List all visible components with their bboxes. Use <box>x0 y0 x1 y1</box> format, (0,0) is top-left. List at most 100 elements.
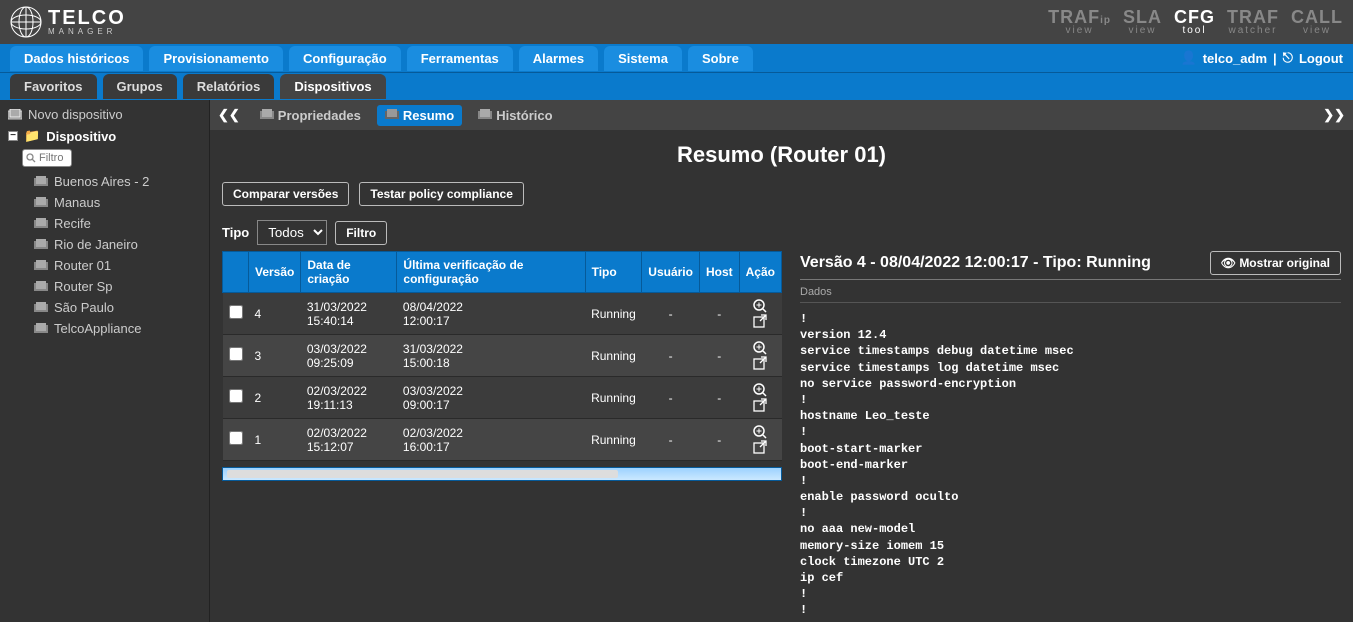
cell-ultima: 31/03/202215:00:18 <box>397 335 585 377</box>
main-tab[interactable]: Ferramentas <box>407 46 513 71</box>
sidebar-device-item[interactable]: Rio de Janeiro <box>0 234 209 255</box>
device-label: Rio de Janeiro <box>54 237 138 252</box>
col-versao[interactable]: Versão <box>249 252 301 293</box>
cell-usuario: - <box>642 335 700 377</box>
col-ultima[interactable]: Última verificação de configuração <box>397 252 585 293</box>
compare-versions-button[interactable]: Comparar versões <box>222 182 349 206</box>
table-row[interactable]: 102/03/202215:12:0702/03/202216:00:17Run… <box>223 419 782 461</box>
cell-criacao: 02/03/202219:11:13 <box>301 377 397 419</box>
device-icon <box>34 302 48 314</box>
collapse-right-icon[interactable]: ❯❯ <box>1323 107 1345 123</box>
sub-tab[interactable]: Grupos <box>103 74 177 99</box>
col-tipo[interactable]: Tipo <box>585 252 642 293</box>
sidebar-device-item[interactable]: Router Sp <box>0 276 209 297</box>
sidebar-device-item[interactable]: TelcoAppliance <box>0 318 209 339</box>
separator: | <box>1273 51 1277 66</box>
zoom-in-icon[interactable] <box>753 383 767 397</box>
device-label: Router Sp <box>54 279 113 294</box>
cell-tipo: Running <box>585 419 642 461</box>
ctx-resumo[interactable]: Resumo <box>377 105 462 126</box>
col-host[interactable]: Host <box>699 252 739 293</box>
main-tab[interactable]: Sobre <box>688 46 753 71</box>
open-external-icon[interactable] <box>753 356 767 370</box>
open-external-icon[interactable] <box>753 314 767 328</box>
device-tree-root[interactable]: − 📁 Dispositivo <box>0 125 209 147</box>
sub-tab[interactable]: Dispositivos <box>280 74 385 99</box>
sidebar-device-item[interactable]: Buenos Aires - 2 <box>0 171 209 192</box>
sidebar-device-item[interactable]: Manaus <box>0 192 209 213</box>
app-header: TELCO MANAGER TRAFipview SLAview CFGtool TR… <box>0 0 1353 44</box>
table-row[interactable]: 303/03/202209:25:0931/03/202215:00:18Run… <box>223 335 782 377</box>
sub-tabbar: FavoritosGruposRelatóriosDispositivos <box>0 72 1353 100</box>
zoom-in-icon[interactable] <box>753 299 767 313</box>
sub-tab[interactable]: Relatórios <box>183 74 275 99</box>
table-row[interactable]: 431/03/202215:40:1408/04/202212:00:17Run… <box>223 293 782 335</box>
device-icon <box>34 239 48 251</box>
cell-ultima: 08/04/202212:00:17 <box>397 293 585 335</box>
dados-label: Dados <box>800 286 1341 303</box>
eye-icon: 👁 <box>1221 256 1236 270</box>
cell-host: - <box>699 293 739 335</box>
ctx-resumo-label: Resumo <box>403 108 454 123</box>
collapse-icon[interactable]: − <box>8 131 18 141</box>
sidebar-device-item[interactable]: São Paulo <box>0 297 209 318</box>
app-link-trafip[interactable]: TRAFipview <box>1048 8 1111 36</box>
device-icon <box>34 323 48 335</box>
new-device-link[interactable]: Novo dispositivo <box>0 104 209 125</box>
detail-heading: Versão 4 - 08/04/2022 12:00:17 - Tipo: R… <box>800 254 1151 272</box>
ctx-propriedades[interactable]: Propriedades <box>252 105 369 126</box>
row-checkbox[interactable] <box>229 305 243 319</box>
app-link-traf[interactable]: TRAFwatcher <box>1227 8 1279 36</box>
row-checkbox[interactable] <box>229 431 243 445</box>
open-external-icon[interactable] <box>753 440 767 454</box>
tipo-label: Tipo <box>222 225 249 240</box>
horizontal-scrollbar[interactable] <box>222 467 782 481</box>
config-text: ! version 12.4 service timestamps debug … <box>800 311 1341 622</box>
sub-tab[interactable]: Favoritos <box>10 74 97 99</box>
main-tab[interactable]: Sistema <box>604 46 682 71</box>
col-usuario[interactable]: Usuário <box>642 252 700 293</box>
collapse-left-icon[interactable]: ❮❮ <box>218 107 240 123</box>
logout-link[interactable]: Logout <box>1299 51 1343 66</box>
app-link-sla[interactable]: SLAview <box>1123 8 1162 36</box>
device-icon <box>34 197 48 209</box>
zoom-in-icon[interactable] <box>753 341 767 355</box>
test-policy-button[interactable]: Testar policy compliance <box>359 182 524 206</box>
main-tabbar: Dados históricosProvisionamento Configura… <box>0 44 1353 72</box>
show-original-button[interactable]: 👁 Mostrar original <box>1210 251 1341 275</box>
col-acao[interactable]: Ação <box>739 252 781 293</box>
new-device-label: Novo dispositivo <box>28 107 123 122</box>
main-tab[interactable]: Provisionamento <box>149 46 282 71</box>
context-bar: ❮❮ Propriedades Resumo Histórico ❯❯ <box>210 100 1353 130</box>
filtro-button[interactable]: Filtro <box>335 221 387 245</box>
row-checkbox[interactable] <box>229 347 243 361</box>
app-link-cfg[interactable]: CFGtool <box>1174 8 1215 36</box>
open-external-icon[interactable] <box>753 398 767 412</box>
main-tab[interactable]: Dados históricos <box>10 46 143 71</box>
brand-name: TELCO <box>48 8 126 28</box>
device-label: Buenos Aires - 2 <box>54 174 149 189</box>
sidebar-device-item[interactable]: Router 01 <box>0 255 209 276</box>
cell-criacao: 03/03/202209:25:09 <box>301 335 397 377</box>
sidebar-device-item[interactable]: Recife <box>0 213 209 234</box>
tipo-select[interactable]: Todos <box>257 220 327 245</box>
page-title: Resumo (Router 01) <box>222 142 1341 168</box>
user-name: telco_adm <box>1203 51 1267 66</box>
cell-usuario: - <box>642 377 700 419</box>
sidebar-filter-input[interactable] <box>22 149 72 167</box>
app-link-call[interactable]: CALLview <box>1291 8 1343 36</box>
cell-versao: 4 <box>249 293 301 335</box>
user-box: 👤 telco_adm | ⎋ Logout <box>1181 50 1353 66</box>
cell-tipo: Running <box>585 335 642 377</box>
row-checkbox[interactable] <box>229 389 243 403</box>
ctx-historico-label: Histórico <box>496 108 552 123</box>
col-criacao[interactable]: Data de criação <box>301 252 397 293</box>
main-tab[interactable]: Alarmes <box>519 46 598 71</box>
zoom-in-icon[interactable] <box>753 425 767 439</box>
brand-sub: MANAGER <box>48 28 126 36</box>
ctx-historico[interactable]: Histórico <box>470 105 560 126</box>
logo-globe-icon <box>10 6 42 38</box>
table-row[interactable]: 202/03/202219:11:1303/03/202209:00:17Run… <box>223 377 782 419</box>
cell-acao <box>739 377 781 419</box>
main-tab[interactable]: Configuração <box>289 46 401 71</box>
